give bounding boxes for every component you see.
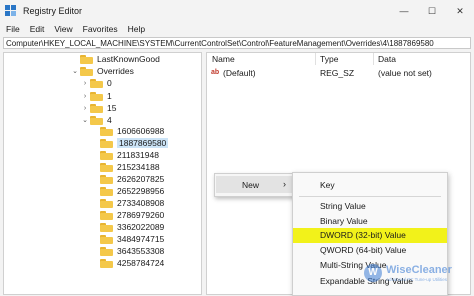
watermark-name: WiseCleaner — [386, 264, 452, 276]
tree-item[interactable]: › 1 — [80, 90, 112, 102]
tree-item-label: 2626207825 — [117, 174, 165, 184]
tree-item-label: LastKnownGood — [97, 54, 160, 64]
tree-item[interactable]: 2733408908 — [90, 197, 164, 209]
submenu-item-binary-value[interactable]: Binary Value — [293, 214, 447, 229]
tree-item-label: 1 — [107, 91, 112, 101]
tree-item[interactable]: 215234188 — [90, 161, 160, 173]
tree-item[interactable]: 4258784724 — [90, 257, 164, 269]
folder-icon — [100, 138, 113, 148]
tree-item[interactable]: ⌄ Overrides — [70, 65, 134, 77]
tree-item[interactable]: › 15 — [80, 102, 117, 114]
window-title: Registry Editor — [23, 6, 83, 16]
tree-item[interactable]: 1606606988 — [90, 125, 164, 137]
string-value-icon: ab — [211, 69, 220, 76]
submenu-item-dword-value[interactable]: DWORD (32-bit) Value — [293, 228, 447, 243]
tree-item[interactable]: 2626207825 — [90, 173, 164, 185]
folder-icon — [100, 234, 113, 244]
folder-icon — [100, 246, 113, 256]
tree-item-label: 4258784724 — [117, 258, 165, 268]
context-menu: New › — [214, 173, 297, 197]
folder-icon — [100, 258, 113, 268]
tree-item-label: 2652298956 — [117, 186, 165, 196]
column-divider[interactable] — [315, 53, 316, 65]
folder-icon — [100, 210, 113, 220]
folder-icon — [100, 126, 113, 136]
submenu-item-key[interactable]: Key — [293, 178, 447, 193]
folder-icon — [80, 66, 93, 76]
tree-item[interactable]: 2786979260 — [90, 209, 164, 221]
expand-chevron-icon[interactable]: › — [80, 80, 90, 87]
column-header-type[interactable]: Type — [320, 53, 338, 65]
tree-item-label: 211831948 — [117, 150, 159, 160]
collapse-chevron-icon[interactable]: ⌄ — [80, 116, 90, 124]
folder-icon — [90, 115, 103, 125]
value-row-data: (value not set) — [378, 68, 432, 78]
folder-icon — [90, 78, 103, 88]
menu-item-new[interactable]: New › — [216, 176, 295, 193]
menu-edit[interactable]: Edit — [30, 24, 45, 34]
submenu-divider — [299, 196, 441, 197]
registry-tree[interactable]: LastKnownGood ⌄ Overrides › 0 › 1 › 15 ⌄… — [3, 52, 202, 295]
tree-item-label: 1606606988 — [117, 126, 165, 136]
folder-icon — [100, 186, 113, 196]
tree-item[interactable]: 211831948 — [90, 149, 159, 161]
tree-item-label: 2786979260 — [117, 210, 165, 220]
folder-icon — [100, 174, 113, 184]
tree-item-selected[interactable]: 1887869580 — [90, 137, 169, 149]
submenu-item-string-value[interactable]: String Value — [293, 199, 447, 214]
maximize-button[interactable]: ☐ — [418, 0, 446, 22]
tree-item[interactable]: LastKnownGood — [70, 53, 160, 65]
tree-item-label: Overrides — [97, 66, 134, 76]
tree-item[interactable]: 2652298956 — [90, 185, 164, 197]
watermark: W WiseCleaner Advanced PC Tune-up Utilit… — [364, 260, 472, 290]
minimize-button[interactable]: — — [390, 0, 418, 22]
address-bar[interactable]: Computer\HKEY_LOCAL_MACHINE\SYSTEM\Curre… — [3, 37, 471, 49]
tree-item-label: 1887869580 — [117, 138, 169, 148]
expand-chevron-icon[interactable]: › — [80, 93, 90, 100]
tree-item-label: 4 — [107, 115, 112, 125]
menu-file[interactable]: File — [6, 24, 20, 34]
column-divider[interactable] — [373, 53, 374, 65]
submenu-item-qword-value[interactable]: QWORD (64-bit) Value — [293, 243, 447, 258]
collapse-chevron-icon[interactable]: ⌄ — [70, 67, 80, 75]
tree-item-label: 15 — [107, 103, 117, 113]
registry-editor-icon — [5, 5, 17, 17]
tree-item-label: 3362022089 — [117, 222, 165, 232]
tree-item[interactable]: 3643553308 — [90, 245, 164, 257]
folder-icon — [100, 150, 113, 160]
column-header-data[interactable]: Data — [378, 53, 396, 65]
folder-icon — [100, 222, 113, 232]
folder-icon — [90, 91, 103, 101]
tree-item[interactable]: 3362022089 — [90, 221, 164, 233]
menu-bar: File Edit View Favorites Help — [0, 22, 474, 35]
tree-item[interactable]: › 0 — [80, 77, 112, 89]
tree-item-label: 0 — [107, 78, 112, 88]
expand-chevron-icon[interactable]: › — [80, 105, 90, 112]
value-row-name[interactable]: (Default) — [223, 67, 256, 79]
menu-item-new-label: New — [242, 180, 260, 190]
tree-item-label: 3643553308 — [117, 246, 165, 256]
menu-view[interactable]: View — [54, 24, 72, 34]
watermark-tagline: Advanced PC Tune-up Utilities — [386, 277, 448, 282]
tree-item-label: 2733408908 — [117, 198, 165, 208]
tree-item[interactable]: 3484974715 — [90, 233, 164, 245]
folder-icon — [80, 54, 93, 64]
wisecleaner-logo-icon: W — [364, 264, 382, 282]
menu-help[interactable]: Help — [128, 24, 145, 34]
column-header-name[interactable]: Name — [212, 53, 235, 65]
menu-favorites[interactable]: Favorites — [83, 24, 118, 34]
title-bar: Registry Editor — ☐ ✕ — [0, 0, 474, 22]
close-button[interactable]: ✕ — [446, 0, 474, 22]
folder-icon — [90, 103, 103, 113]
tree-item-label: 215234188 — [117, 162, 160, 172]
value-row-type: REG_SZ — [320, 68, 355, 78]
chevron-right-icon: › — [283, 179, 286, 189]
folder-icon — [100, 162, 113, 172]
folder-icon — [100, 198, 113, 208]
tree-item-label: 3484974715 — [117, 234, 165, 244]
